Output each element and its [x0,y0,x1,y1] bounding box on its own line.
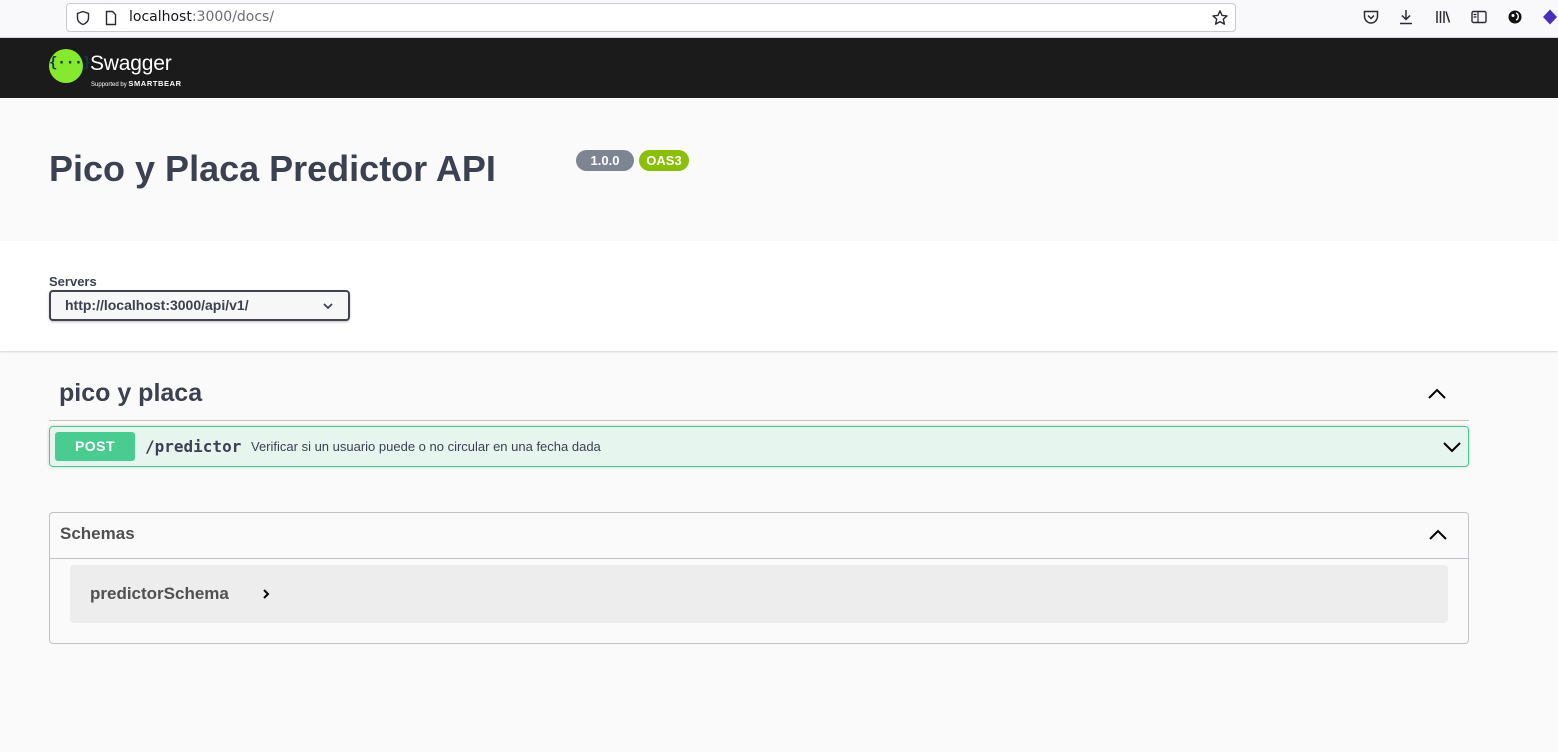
oas-badge: OAS3 [639,150,689,171]
schema-name: predictorSchema [90,584,229,603]
schema-item[interactable]: predictorSchema [70,565,1448,623]
swagger-logo-icon[interactable]: {···} [49,49,91,83]
expand-chevron-down-icon[interactable] [1442,437,1462,457]
chevron-right-icon[interactable] [260,588,272,600]
swagger-logo-text[interactable]: Swagger [90,52,172,76]
pocket-icon[interactable] [1362,8,1380,26]
servers-select[interactable]: http://localhost:3000/api/v1/ [49,290,350,321]
schemas-section: Schemas predictorSchema [49,512,1469,644]
swagger-topbar: {···} Swagger Supported by SMARTBEAR [0,38,1558,98]
extension-icon[interactable] [1506,8,1524,26]
shield-icon[interactable] [75,10,91,26]
library-icon[interactable] [1434,8,1452,26]
servers-selected-value: http://localhost:3000/api/v1/ [65,297,249,313]
page-icon [105,10,117,26]
servers-section: Servers http://localhost:3000/api/v1/ [0,241,1558,351]
version-badge: 1.0.0 [576,150,634,171]
collapse-chevron-up-icon[interactable] [1428,525,1448,545]
tag-section-header[interactable]: pico y placa [49,367,1469,421]
method-badge-post: POST [55,432,135,461]
api-info: Pico y Placa Predictor API 1.0.0 OAS3 [0,98,1558,241]
tag-name: pico y placa [59,379,203,407]
servers-label: Servers [49,274,97,289]
extension-purple-icon[interactable] [1541,8,1558,26]
schemas-header[interactable]: Schemas [50,513,1468,559]
browser-toolbar: localhost:3000/docs/ [0,0,1558,38]
address-bar[interactable]: localhost:3000/docs/ [66,3,1236,32]
bookmark-star-icon[interactable] [1211,9,1229,27]
chevron-down-icon [323,303,333,310]
swagger-logo-subtitle: Supported by SMARTBEAR [91,79,182,88]
url-text[interactable]: localhost:3000/docs/ [129,9,274,25]
operation-summary: Verificar si un usuario puede o no circu… [251,439,601,454]
downloads-icon[interactable] [1397,8,1415,26]
sidebar-icon[interactable] [1470,8,1488,26]
operation-path: /predictor [145,437,242,456]
schemas-title: Schemas [60,524,135,543]
operation-post-predictor[interactable]: POST /predictor Verificar si un usuario … [49,426,1469,467]
api-title: Pico y Placa Predictor API [49,148,496,189]
collapse-chevron-up-icon[interactable] [1427,384,1447,404]
